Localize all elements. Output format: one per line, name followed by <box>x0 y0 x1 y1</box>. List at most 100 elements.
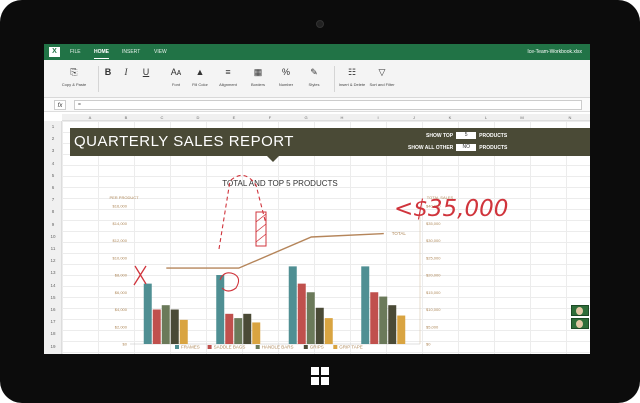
row-header-9[interactable]: 9 <box>44 219 62 230</box>
excel-logo-icon: X <box>49 47 60 57</box>
sort-filter-button[interactable]: ▽ Sort and Filter <box>368 64 396 94</box>
y-tick-label: $8,000 <box>115 273 128 278</box>
ribbon-divider <box>98 66 99 92</box>
bar-grips <box>388 305 397 344</box>
clipboard-icon: ⎘ <box>70 67 78 77</box>
y-tick-label: $0 <box>123 342 128 347</box>
font-label: Font <box>171 82 180 87</box>
italic-icon: I <box>124 67 128 77</box>
row-header-14[interactable]: 14 <box>44 280 62 291</box>
row-header-8[interactable]: 8 <box>44 206 62 217</box>
row-header-12[interactable]: 12 <box>44 255 62 266</box>
column-header-e[interactable]: E <box>216 114 252 121</box>
number-button[interactable]: % Number <box>272 64 300 94</box>
legend-swatch-grips <box>303 345 308 349</box>
bar-grip-tape <box>324 318 333 344</box>
row-header-1[interactable]: 1 <box>44 121 62 132</box>
row-header-10[interactable]: 10 <box>44 231 62 242</box>
ribbon: ⎘ Copy & Paste B I U Aᴀ Font ▲ Fill Colo… <box>44 60 590 98</box>
formula-input[interactable]: = <box>74 100 582 110</box>
column-header-l[interactable]: L <box>468 114 504 121</box>
y-tick-label: $14,000 <box>113 221 128 226</box>
excel-window: X FILE HOME INSERT VIEW Ice-Team-Workboo… <box>44 44 590 354</box>
formula-bar: fx = <box>44 98 590 112</box>
row-header-19[interactable]: 19 <box>44 341 62 352</box>
tab-view[interactable]: VIEW <box>154 44 167 60</box>
italic-button[interactable]: I <box>118 64 134 94</box>
report-banner: QUARTERLY SALES REPORT SHOW TOP 5 PRODUCTS… <box>70 128 590 162</box>
report-title: QUARTERLY SALES REPORT <box>74 133 294 150</box>
bar-grips <box>170 309 179 344</box>
y-tick-label: $12,000 <box>113 238 128 243</box>
y2-tick-label: $35,000 <box>426 221 441 226</box>
total-sales-line <box>166 232 384 269</box>
row-header-6[interactable]: 6 <box>44 182 62 193</box>
bar-grip-tape <box>179 319 188 344</box>
copy-paste-button[interactable]: ⎘ Copy & Paste <box>58 64 90 94</box>
underline-button[interactable]: U <box>136 64 156 94</box>
user-avatar-badge[interactable] <box>571 305 589 316</box>
row-header-15[interactable]: 15 <box>44 292 62 303</box>
column-header-n[interactable]: N <box>540 114 590 121</box>
legend-label: GRIPS <box>310 345 324 350</box>
y-tick-label: $6,000 <box>115 290 128 295</box>
show-all-other-label: SHOW ALL OTHER <box>408 145 454 151</box>
show-top-input[interactable]: 5 <box>456 132 477 140</box>
function-icon[interactable]: fx <box>54 100 66 110</box>
row-header-16[interactable]: 16 <box>44 304 62 315</box>
styles-button[interactable]: ✎ Styles <box>300 64 328 94</box>
y2-tick-label: $40,000 <box>426 204 441 209</box>
y-tick-label: $4,000 <box>115 307 128 312</box>
row-header-7[interactable]: 7 <box>44 194 62 205</box>
column-header-m[interactable]: M <box>504 114 540 121</box>
windows-logo-button[interactable] <box>311 367 329 385</box>
user-avatar-badge-2[interactable] <box>571 318 589 329</box>
column-header-g[interactable]: G <box>288 114 324 121</box>
bold-button[interactable]: B <box>100 64 116 94</box>
row-header-5[interactable]: 5 <box>44 170 62 181</box>
column-header-h[interactable]: H <box>324 114 360 121</box>
tab-insert[interactable]: INSERT <box>122 44 140 60</box>
borders-label: Borders <box>250 82 265 87</box>
chart-y-axis-label: PER PRODUCT <box>109 195 139 200</box>
y2-tick-label: $25,000 <box>426 255 441 260</box>
row-header-13[interactable]: 13 <box>44 267 62 278</box>
column-header-c[interactable]: C <box>144 114 180 121</box>
bar-grips <box>315 307 324 344</box>
bar-frames <box>216 275 225 344</box>
column-header-k[interactable]: K <box>432 114 468 121</box>
column-header-j[interactable]: J <box>396 114 432 121</box>
insert-delete-button[interactable]: ☷ Insert & Delete <box>338 64 366 94</box>
column-header-d[interactable]: D <box>180 114 216 121</box>
row-header-2[interactable]: 2 <box>44 133 62 144</box>
y2-tick-label: $15,000 <box>426 290 441 295</box>
paint-bucket-icon: ▲ <box>195 67 205 77</box>
alignment-button[interactable]: ≡ Alignment <box>214 64 242 94</box>
sales-chart[interactable]: TOTAL AND TOP 5 PRODUCTS PER PRODUCT TOTAL… <box>90 172 530 350</box>
column-header-i[interactable]: I <box>360 114 396 121</box>
percent-icon: % <box>281 67 290 77</box>
fill-color-button[interactable]: ▲ Fill Color <box>186 64 214 94</box>
y-tick-label: $10,000 <box>113 255 128 260</box>
show-top-label: SHOW TOP <box>426 133 454 139</box>
bar-grips <box>243 313 252 344</box>
tab-file[interactable]: FILE <box>70 44 81 60</box>
y2-tick-label: $30,000 <box>426 238 441 243</box>
bar-frames <box>361 266 370 344</box>
column-header-b[interactable]: B <box>108 114 144 121</box>
tab-home[interactable]: HOME <box>94 44 109 60</box>
insert-rows-icon: ☷ <box>347 67 357 77</box>
row-header-11[interactable]: 11 <box>44 243 62 254</box>
borders-button[interactable]: ▦ Borders <box>244 64 272 94</box>
row-header-4[interactable]: 4 <box>44 158 62 169</box>
show-all-other-input[interactable]: NO <box>456 144 477 152</box>
bar-saddle-bags <box>152 309 161 344</box>
row-header-18[interactable]: 18 <box>44 328 62 339</box>
row-header-3[interactable]: 3 <box>44 145 62 156</box>
chart-title: TOTAL AND TOP 5 PRODUCTS <box>222 179 337 188</box>
column-header-f[interactable]: F <box>252 114 288 121</box>
products-label-2: PRODUCTS <box>479 145 508 151</box>
camera-icon <box>316 20 324 28</box>
column-header-a[interactable]: A <box>72 114 108 121</box>
row-header-17[interactable]: 17 <box>44 316 62 327</box>
